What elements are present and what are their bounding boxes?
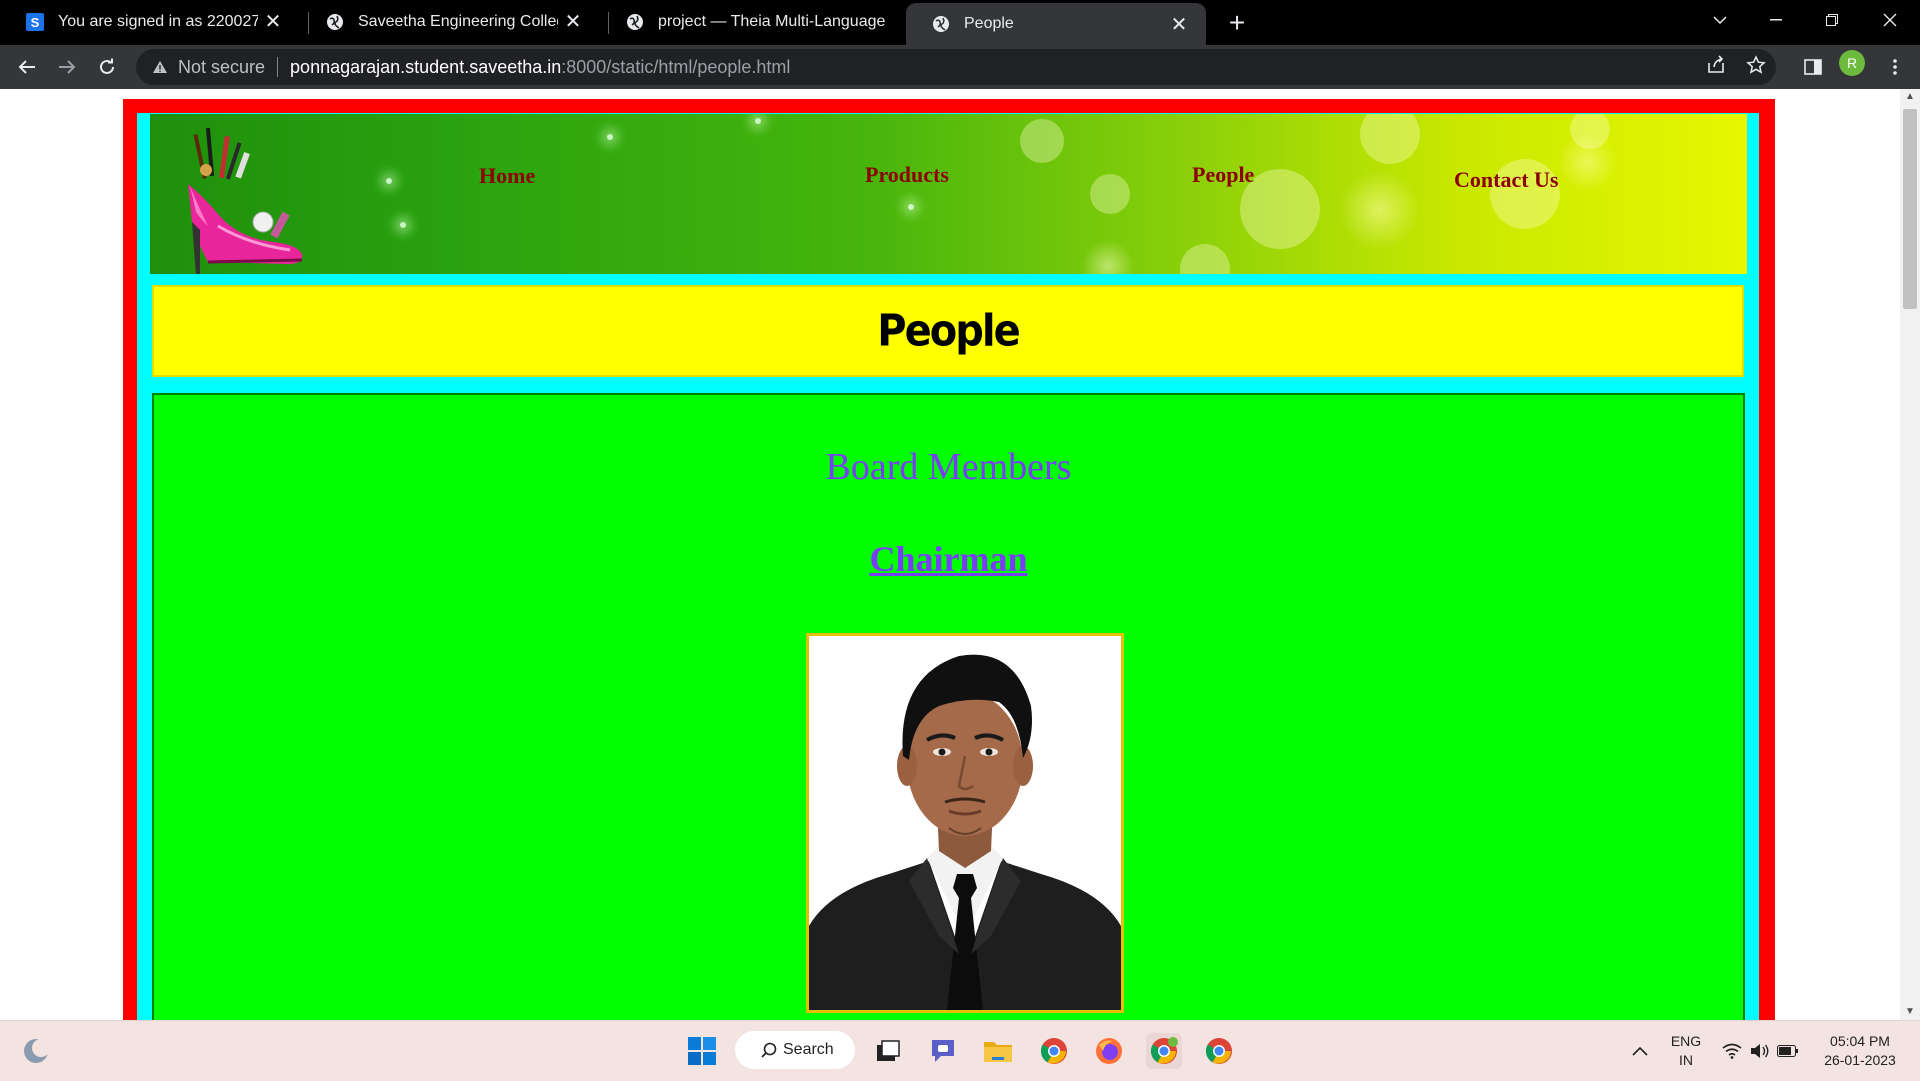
board-members-heading: Board Members [825, 446, 1072, 488]
globe-icon [931, 14, 951, 34]
tab-title: People [964, 15, 1014, 32]
url-path: :8000/static/html/people.html [561, 56, 791, 77]
close-window-button[interactable] [1862, 0, 1918, 40]
browser-tab[interactable]: S You are signed in as 22002786 ✕ [0, 0, 300, 43]
nav-link-contact-us[interactable]: Contact Us [1454, 167, 1559, 193]
chairman-portrait-photo [806, 633, 1124, 1013]
page-viewport: Home Products People Contact Us People B… [0, 89, 1900, 1020]
clock-date: 26-01-2023 [1824, 1052, 1896, 1068]
clock-time: 05:04 PM [1830, 1033, 1890, 1049]
nav-link-products[interactable]: Products [865, 162, 949, 188]
back-arrow-icon[interactable] [11, 51, 43, 83]
security-status-label[interactable]: Not secure [178, 57, 265, 78]
tab-title: Saveetha Engineering College [358, 12, 558, 30]
share-icon[interactable] [1706, 55, 1726, 80]
side-panel-icon[interactable] [1798, 52, 1828, 82]
language-indicator[interactable]: ENG IN [1666, 1032, 1706, 1070]
language-code: ENG [1670, 1033, 1702, 1049]
search-label: Search [783, 1041, 834, 1058]
browser-tab-active[interactable]: People ✕ [906, 3, 1206, 45]
search-icon [761, 1042, 777, 1058]
browser-tab-strip: S You are signed in as 22002786 ✕ Saveet… [0, 0, 1920, 45]
minimize-button[interactable] [1748, 0, 1804, 40]
s-brand-icon: S [25, 12, 45, 32]
browser-tab[interactable]: Saveetha Engineering College ✕ [300, 0, 600, 43]
taskbar-search-box[interactable]: Search [735, 1031, 855, 1069]
nav-link-home[interactable]: Home [479, 163, 535, 189]
tab-title: project — Theia Multi-Language [658, 12, 886, 30]
chrome-icon[interactable] [1036, 1033, 1072, 1069]
forward-arrow-icon[interactable] [51, 51, 83, 83]
more-menu-icon[interactable] [1880, 52, 1910, 82]
weather-widget-icon[interactable] [18, 1033, 54, 1069]
globe-icon [625, 12, 645, 32]
svg-text:S: S [31, 15, 40, 30]
chairman-heading: Chairman [869, 539, 1028, 579]
profile-avatar[interactable]: R [1839, 50, 1865, 76]
people-content-panel: Board Members Chairman [152, 393, 1745, 1020]
omnibox-divider [277, 57, 279, 77]
teams-chat-icon[interactable] [925, 1033, 961, 1069]
chrome-profile-active-icon[interactable] [1146, 1033, 1182, 1069]
url-host: ponnagarajan.student.saveetha.in [290, 56, 562, 77]
browser-toolbar: Not secure ponnagarajan.student.saveetha… [0, 45, 1920, 89]
chevron-up-icon[interactable] [1622, 1033, 1658, 1069]
warning-triangle-icon[interactable] [150, 57, 170, 77]
new-tab-button[interactable]: + [1222, 7, 1252, 38]
globe-icon [325, 12, 345, 32]
page-title-band: People [152, 285, 1744, 377]
scroll-down-arrow-icon[interactable]: ▼ [1900, 1004, 1920, 1020]
battery-icon[interactable] [1770, 1033, 1806, 1069]
restore-button[interactable] [1804, 0, 1860, 40]
browser-tab[interactable]: project — Theia Multi-Language [600, 0, 900, 43]
chrome-icon[interactable] [1201, 1033, 1237, 1069]
close-icon[interactable]: ✕ [1164, 9, 1194, 39]
firefox-icon[interactable] [1091, 1033, 1127, 1069]
page-scrollbar[interactable]: ▲ ▼ [1900, 89, 1920, 1020]
reload-icon[interactable] [91, 51, 123, 83]
high-heel-cosmetics-logo [178, 126, 308, 274]
region-code: IN [1679, 1052, 1693, 1068]
address-bar[interactable]: Not secure ponnagarajan.student.saveetha… [136, 49, 1776, 85]
scroll-up-arrow-icon[interactable]: ▲ [1900, 89, 1920, 105]
windows-start-icon[interactable] [684, 1033, 720, 1069]
windows-taskbar: Search ENG IN 05:04 PM 26-01-2023 [0, 1020, 1920, 1081]
file-explorer-icon[interactable] [980, 1033, 1016, 1069]
close-icon[interactable]: ✕ [258, 7, 288, 37]
tab-search-chevron-icon[interactable] [1692, 0, 1748, 40]
clock[interactable]: 05:04 PM 26-01-2023 [1815, 1032, 1905, 1070]
close-icon[interactable]: ✕ [558, 7, 588, 37]
bookmark-star-icon[interactable] [1746, 55, 1766, 80]
page-inner-frame: Home Products People Contact Us People B… [137, 113, 1759, 1020]
task-view-icon[interactable] [870, 1033, 906, 1069]
page-title: People [877, 305, 1020, 357]
nav-link-people[interactable]: People [1192, 162, 1254, 188]
site-header-banner: Home Products People Contact Us [150, 114, 1747, 274]
scrollbar-thumb[interactable] [1903, 109, 1917, 309]
page-outer-frame: Home Products People Contact Us People B… [123, 99, 1775, 1020]
tab-title: You are signed in as 22002786 [58, 12, 258, 30]
